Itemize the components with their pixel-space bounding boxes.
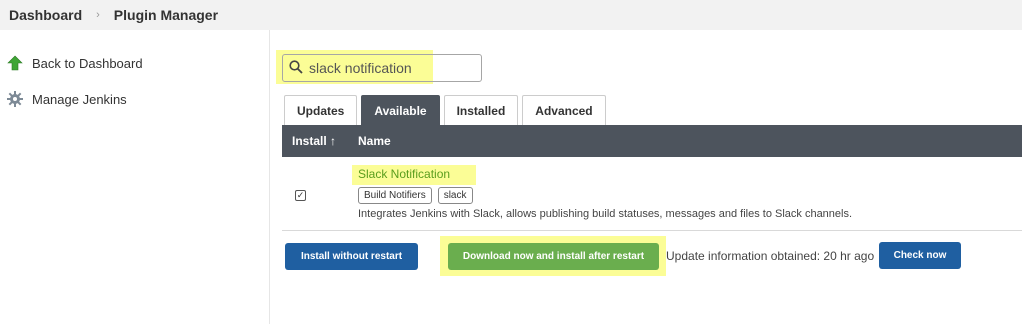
breadcrumb-dashboard[interactable]: Dashboard bbox=[9, 7, 82, 23]
table-row: ✓ Slack Notification Build Notifiers sla… bbox=[282, 157, 1022, 231]
breadcrumb: Dashboard › Plugin Manager bbox=[0, 0, 1022, 30]
tag-build-notifiers[interactable]: Build Notifiers bbox=[358, 187, 432, 204]
tab-available[interactable]: Available bbox=[361, 95, 440, 125]
tab-advanced[interactable]: Advanced bbox=[522, 95, 606, 125]
plugin-tags: Build Notifiers slack bbox=[358, 187, 479, 204]
up-arrow-icon bbox=[6, 54, 24, 72]
sidebar-item-back-to-dashboard[interactable]: Back to Dashboard bbox=[6, 54, 143, 72]
tab-bar: Updates Available Installed Advanced bbox=[284, 95, 610, 125]
tab-installed[interactable]: Installed bbox=[443, 95, 519, 125]
sidebar: Back to Dashboard Manage Jenkins bbox=[0, 30, 270, 324]
tab-updates[interactable]: Updates bbox=[284, 95, 358, 125]
sidebar-item-manage-jenkins[interactable]: Manage Jenkins bbox=[6, 90, 127, 108]
gear-icon bbox=[6, 90, 24, 108]
check-now-button[interactable]: Check now bbox=[879, 242, 961, 269]
plugin-description: Integrates Jenkins with Slack, allows pu… bbox=[358, 208, 853, 220]
search-value: slack notification bbox=[309, 60, 412, 76]
install-without-restart-button[interactable]: Install without restart bbox=[285, 243, 418, 270]
column-header-name[interactable]: Name bbox=[346, 134, 391, 148]
column-header-install[interactable]: Install ↑ bbox=[282, 134, 346, 148]
search-input[interactable]: slack notification bbox=[282, 54, 482, 82]
table-header: Install ↑ Name bbox=[282, 125, 1022, 157]
download-install-after-restart-button[interactable]: Download now and install after restart bbox=[448, 243, 659, 270]
breadcrumb-plugin-manager[interactable]: Plugin Manager bbox=[114, 7, 218, 23]
plugin-manager-main: slack notification Updates Available Ins… bbox=[270, 30, 1022, 324]
breadcrumb-separator: › bbox=[96, 9, 100, 21]
install-checkbox[interactable]: ✓ bbox=[295, 190, 306, 201]
sidebar-item-label: Manage Jenkins bbox=[32, 91, 127, 107]
tag-slack[interactable]: slack bbox=[437, 187, 473, 204]
search-icon bbox=[289, 59, 303, 77]
plugin-name-link[interactable]: Slack Notification bbox=[358, 167, 450, 181]
sidebar-item-label: Back to Dashboard bbox=[32, 55, 143, 71]
update-info-text: Update information obtained: 20 hr ago bbox=[666, 249, 875, 263]
